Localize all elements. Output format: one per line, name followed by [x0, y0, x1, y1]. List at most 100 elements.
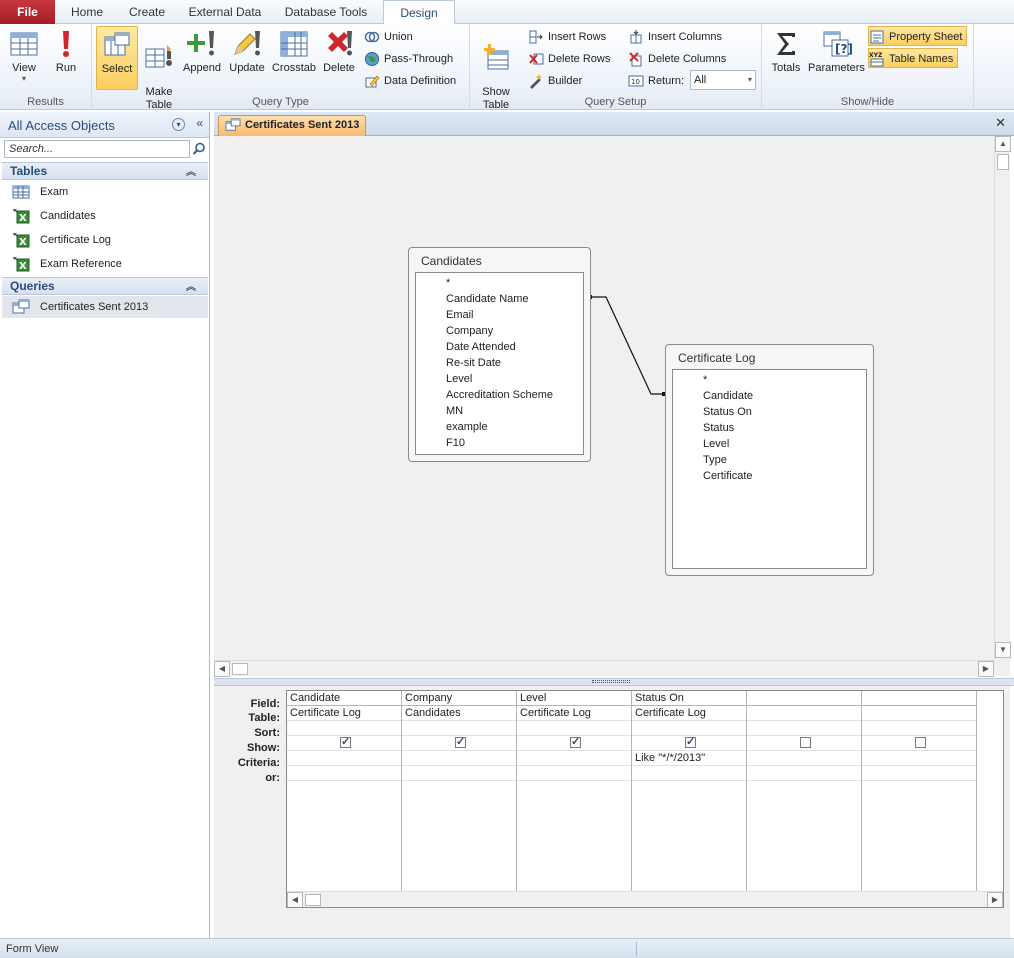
grid-column[interactable]: Level Certificate Log [517, 691, 632, 891]
show-checkbox[interactable] [800, 737, 811, 748]
field-item[interactable]: * [673, 372, 866, 388]
grid-cell-field[interactable]: Candidate [287, 691, 401, 706]
grid-cell-field[interactable]: Company [402, 691, 516, 706]
grid-cell-table[interactable] [862, 706, 976, 721]
append-button[interactable]: Append [180, 26, 224, 90]
show-table-button[interactable]: Show Table [474, 26, 518, 111]
nav-item-table[interactable]: X Certificate Log [10, 229, 206, 251]
grid-cell-field[interactable] [862, 691, 976, 706]
grid-cell-criteria[interactable] [862, 751, 976, 766]
field-item[interactable]: * [416, 275, 583, 291]
query-design-surface[interactable]: Candidates * Candidate Name Email Compan… [214, 136, 1011, 677]
grid-cell-table[interactable] [747, 706, 861, 721]
nav-item-table[interactable]: X Candidates [10, 205, 206, 227]
pane-splitter[interactable] [214, 678, 1014, 686]
field-item[interactable]: Accreditation Scheme [416, 387, 583, 403]
grid-cell-or[interactable] [517, 766, 631, 781]
field-item[interactable]: MN [416, 403, 583, 419]
delete-columns-button[interactable]: Delete Columns [628, 49, 726, 69]
nav-section-tables[interactable]: Tables ︽ [2, 162, 208, 180]
close-icon[interactable]: ✕ [995, 115, 1006, 131]
return-select[interactable]: All ▾ [690, 70, 756, 90]
builder-button[interactable]: Builder [528, 71, 582, 91]
tab-external-data[interactable]: External Data [182, 0, 268, 24]
union-button[interactable]: Union [364, 27, 413, 47]
grid-cell-field[interactable] [747, 691, 861, 706]
nav-section-queries[interactable]: Queries ︽ [2, 277, 208, 295]
insert-rows-button[interactable]: Insert Rows [528, 27, 606, 47]
grid-cell-sort[interactable] [402, 721, 516, 736]
nav-item-table[interactable]: X Exam Reference [10, 253, 206, 275]
grid-cell-criteria[interactable] [517, 751, 631, 766]
nav-item-query[interactable]: Certificates Sent 2013 [2, 296, 208, 318]
chevron-down-icon[interactable]: ▾ [172, 118, 185, 131]
show-checkbox[interactable] [455, 736, 466, 750]
field-item[interactable]: Candidate [673, 388, 866, 404]
field-list-candidates[interactable]: Candidates * Candidate Name Email Compan… [408, 247, 591, 462]
grid-cell-criteria[interactable] [747, 751, 861, 766]
field-item[interactable]: Re-sit Date [416, 355, 583, 371]
show-checkbox[interactable] [570, 736, 581, 750]
grid-cell-table[interactable]: Certificate Log [517, 706, 631, 721]
field-item[interactable]: Email [416, 307, 583, 323]
grid-cell-or[interactable] [632, 766, 746, 781]
collapse-section-icon[interactable]: ︽ [186, 278, 196, 293]
collapse-pane-icon[interactable]: « [196, 116, 203, 130]
field-item[interactable]: example [416, 419, 583, 435]
field-list-certificate-log[interactable]: Certificate Log * Candidate Status On St… [665, 344, 874, 576]
scroll-left-icon[interactable]: ◀ [287, 892, 303, 907]
grid-cell-sort[interactable] [862, 721, 976, 736]
tab-create[interactable]: Create [120, 0, 174, 24]
insert-columns-button[interactable]: Insert Columns [628, 27, 722, 47]
show-checkbox[interactable] [340, 736, 351, 750]
scroll-thumb[interactable] [232, 663, 248, 675]
tab-file[interactable]: File [0, 0, 55, 24]
grid-cell-criteria[interactable] [287, 751, 401, 766]
grid-cell-or[interactable] [402, 766, 516, 781]
grid-column[interactable] [747, 691, 862, 891]
design-horizontal-scrollbar[interactable]: ◀ ▶ [214, 660, 994, 677]
delete-rows-button[interactable]: Delete Rows [528, 49, 610, 69]
select-query-button[interactable]: Select [96, 26, 138, 90]
document-tab[interactable]: Certificates Sent 2013 [218, 115, 366, 136]
nav-pane-header[interactable]: All Access Objects ▾ « [0, 112, 209, 138]
update-button[interactable]: Update [226, 26, 268, 90]
grid-cell-table[interactable]: Candidates [402, 706, 516, 721]
show-checkbox[interactable] [915, 737, 926, 748]
field-item[interactable]: Type [673, 452, 866, 468]
table-names-button[interactable]: XYZ Table Names [868, 48, 959, 68]
field-item[interactable]: Level [416, 371, 583, 387]
field-item[interactable]: Date Attended [416, 339, 583, 355]
view-button[interactable]: View ▾ [4, 26, 44, 90]
make-table-button[interactable]: Make Table [142, 26, 176, 111]
grid-cell-or[interactable] [287, 766, 401, 781]
scroll-right-icon[interactable]: ▶ [978, 661, 994, 677]
field-item[interactable]: Candidate Name [416, 291, 583, 307]
field-item[interactable]: Certificate [673, 468, 866, 484]
grid-cell-sort[interactable] [517, 721, 631, 736]
grid-column[interactable]: Status On Certificate Log Like "*/*/2013… [632, 691, 747, 891]
grid-column[interactable]: Candidate Certificate Log [287, 691, 402, 891]
field-list-title[interactable]: Candidates [409, 248, 590, 272]
grid-cell-sort[interactable] [747, 721, 861, 736]
design-vertical-scrollbar[interactable]: ▲ ▼ [994, 136, 1011, 660]
field-item[interactable]: Status On [673, 404, 866, 420]
delete-query-button[interactable]: Delete [320, 26, 358, 90]
tab-design[interactable]: Design [383, 0, 455, 25]
grid-cell-table[interactable]: Certificate Log [632, 706, 746, 721]
scroll-right-icon[interactable]: ▶ [987, 892, 1003, 907]
grid-cell-field[interactable]: Status On [632, 691, 746, 706]
field-item[interactable]: Company [416, 323, 583, 339]
nav-search-input[interactable]: Search... [4, 140, 190, 158]
scroll-left-icon[interactable]: ◀ [214, 661, 230, 677]
search-icon[interactable] [192, 142, 206, 156]
scroll-thumb[interactable] [305, 894, 321, 906]
tab-home[interactable]: Home [62, 0, 112, 24]
field-item[interactable]: Level [673, 436, 866, 452]
grid-column[interactable] [862, 691, 977, 891]
grid-cell-or[interactable] [862, 766, 976, 781]
scroll-thumb[interactable] [997, 154, 1009, 170]
collapse-section-icon[interactable]: ︽ [186, 163, 196, 178]
grid-column[interactable]: Company Candidates [402, 691, 517, 891]
grid-cell-or[interactable] [747, 766, 861, 781]
